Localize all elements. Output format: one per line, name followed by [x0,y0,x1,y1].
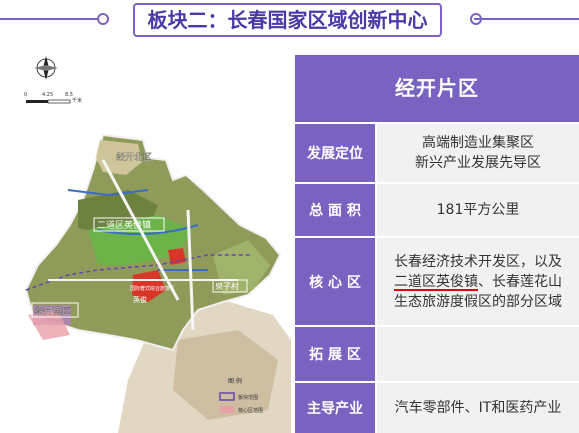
map-label-north: 经开北区 [116,151,152,163]
row-label: 发展定位 [295,124,375,182]
row-value: 181平方公里 [377,184,579,236]
table-row-core: 核 心 区 长春经济技术开发区，以及 二道区英俊镇、长春莲花山 生态旅游度假区的… [295,238,579,325]
table-row-positioning: 发展定位 高端制造业集聚区 新兴产业发展先导区 [295,124,579,182]
value-line: 二道区英俊镇、长春莲花山 [394,272,562,292]
value-text: 、长春莲花山 [478,273,562,290]
value-line: 长春经济技术开发区，以及 [394,253,562,270]
highlighted-text: 二道区英俊镇 [394,273,478,290]
table-heading: 经开片区 [295,55,579,122]
row-value [377,327,579,381]
map-label-erdao: 二道区英俊镇 [97,219,151,231]
value-line: 高端制造业集聚区 [422,135,534,151]
value-line: 汽车零部件、IT和医药产业 [394,400,562,416]
svg-text:4.25: 4.25 [42,92,53,98]
row-value: 长春经济技术开发区，以及 二道区英俊镇、长春莲花山 生态旅游度假区的部分区域 [377,238,579,325]
table-row-area: 总 面 积 181平方公里 [295,184,579,236]
row-value: 高端制造业集聚区 新兴产业发展先导区 [377,124,579,182]
map-label-south: 经开南区 [35,305,71,317]
value-line: 新兴产业发展先导区 [415,155,541,171]
row-value: 汽车零部件、IT和医药产业 [377,383,579,433]
row-label: 核 心 区 [295,238,375,325]
header-divider-left [0,18,105,20]
district-map: 0 4.25 8.5 千米 经开北区 二道区英俊镇 国际奢式综合旅游区 英俊 泉… [8,40,291,433]
value-line: 181平方公里 [436,202,520,218]
map-label-guoyuan: 国际奢式综合旅游区 [130,285,175,292]
map-label-yingjun: 英俊 [133,295,147,304]
table-row-industry: 主导产业 汽车零部件、IT和医药产业 [295,383,579,433]
svg-text:核心区范围: 核心区范围 [238,407,263,414]
map-label-quanzi: 泉子村 [215,281,239,291]
table-row-expand: 拓 展 区 [295,327,579,381]
svg-text:板块范围: 板块范围 [238,394,258,401]
value-line: 生态旅游度假区的部分区域 [394,293,562,310]
svg-text:0: 0 [24,92,27,98]
header-ornament-left [97,13,109,25]
row-label: 主导产业 [295,383,375,433]
row-label: 总 面 积 [295,184,375,236]
page-title: 板块二：长春国家区域创新中心 [133,3,442,37]
info-table: 经开片区 发展定位 高端制造业集聚区 新兴产业发展先导区 总 面 积 181平方… [295,55,579,433]
header-divider-right [474,18,579,20]
row-label: 拓 展 区 [295,327,375,381]
svg-text:千米: 千米 [72,97,82,104]
svg-text:图 例: 图 例 [228,377,242,385]
